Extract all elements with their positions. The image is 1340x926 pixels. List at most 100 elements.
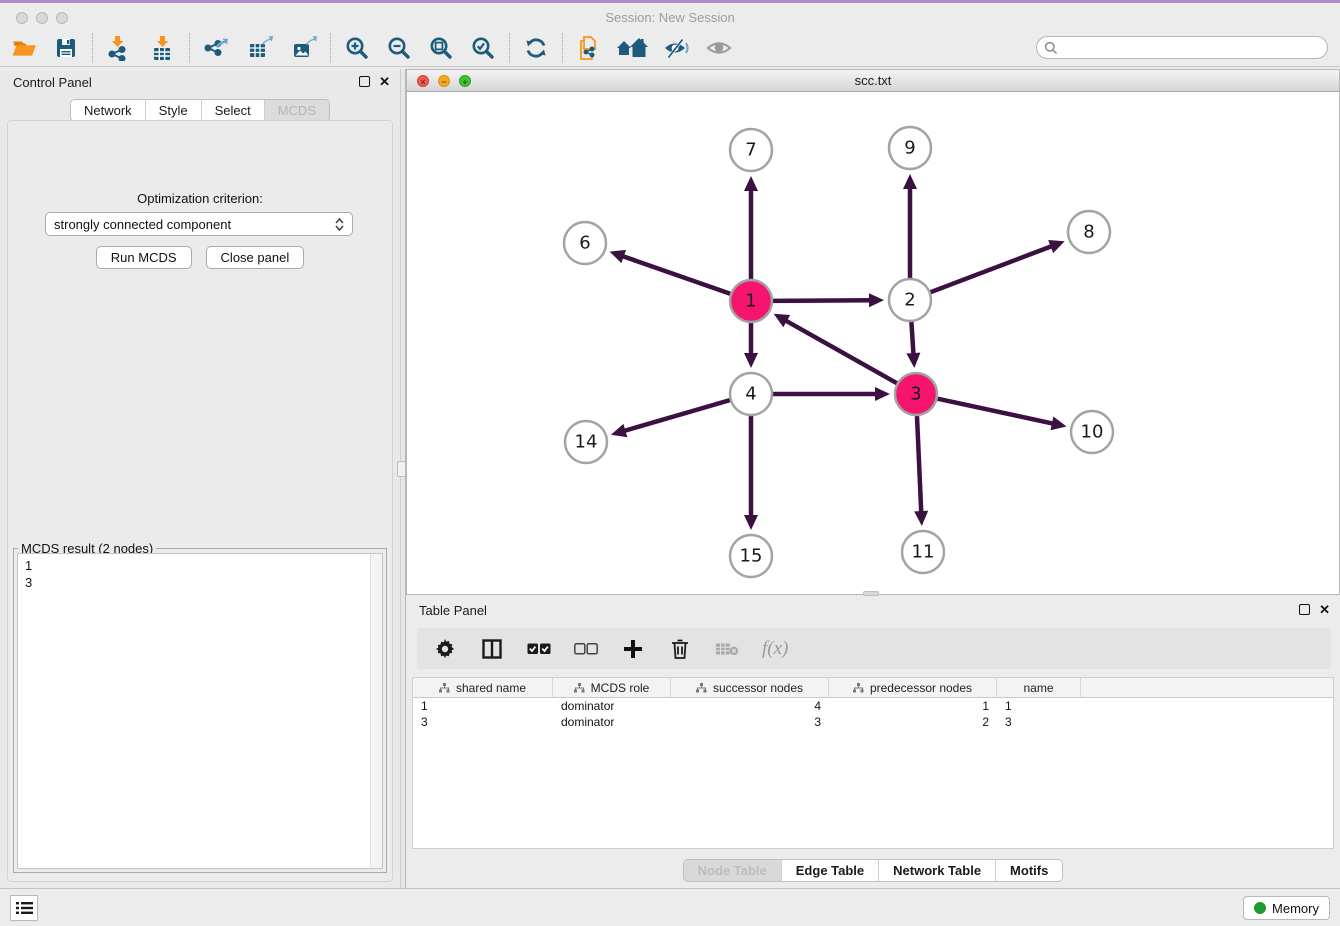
table-tabbar: Node Table Edge Table Network Table Moti…	[683, 859, 1064, 882]
horizontal-splitter-handle[interactable]	[863, 591, 879, 596]
open-folder-icon[interactable]	[10, 34, 38, 62]
run-mcds-button[interactable]: Run MCDS	[96, 246, 192, 269]
table-panel: Table Panel ✕	[406, 597, 1340, 889]
optimization-criterion-label: Optimization criterion:	[8, 191, 392, 206]
export-image-icon[interactable]	[290, 34, 318, 62]
node-label: 1	[745, 291, 756, 312]
delete-column-icon[interactable]	[668, 637, 692, 661]
tab-edge-table[interactable]: Edge Table	[781, 860, 878, 881]
eye-slash-icon[interactable]	[663, 34, 691, 62]
edge-arrowhead	[611, 424, 627, 437]
column-header-successor-nodes[interactable]: successor nodes	[671, 678, 829, 697]
clone-network-icon[interactable]	[575, 34, 603, 62]
node-label: 8	[1083, 222, 1094, 243]
deselect-all-icon[interactable]	[574, 637, 598, 661]
graph-edge[interactable]	[938, 399, 1054, 424]
node-label: 3	[910, 384, 921, 405]
app-title: Session: New Session	[0, 10, 1340, 25]
network-window-title: scc.txt	[407, 73, 1339, 88]
graph-edge[interactable]	[917, 416, 921, 513]
edge-arrowhead	[744, 353, 758, 368]
eye-icon[interactable]	[705, 34, 733, 62]
refresh-icon[interactable]	[522, 34, 550, 62]
table-panel-title: Table Panel	[419, 603, 487, 618]
cell-mcds-role: dominator	[553, 699, 671, 713]
tab-network-table[interactable]: Network Table	[878, 860, 995, 881]
export-table-icon[interactable]	[246, 34, 274, 62]
tab-network[interactable]: Network	[71, 100, 145, 121]
close-panel-icon[interactable]: ✕	[379, 76, 390, 87]
task-history-button[interactable]	[10, 895, 38, 921]
split-columns-icon[interactable]	[480, 637, 504, 661]
control-panel-title: Control Panel	[13, 75, 92, 90]
zoom-out-icon[interactable]	[385, 34, 413, 62]
zoom-in-icon[interactable]	[343, 34, 371, 62]
column-header-predecessor-nodes[interactable]: predecessor nodes	[829, 678, 997, 697]
import-network-icon[interactable]	[105, 34, 133, 62]
graph-edge[interactable]	[931, 246, 1053, 292]
edge-arrowhead	[869, 293, 884, 307]
chevron-up-down-icon	[335, 218, 344, 231]
mcds-panel: Optimization criterion: strongly connect…	[7, 120, 393, 882]
toolbar-separator	[330, 33, 331, 63]
hierarchy-icon	[439, 683, 450, 693]
table-toolbar: f(x)	[417, 628, 1331, 669]
node-label: 11	[912, 542, 935, 563]
hierarchy-icon	[853, 683, 864, 693]
first-neighbors-icon[interactable]	[615, 34, 651, 62]
node-label: 10	[1081, 422, 1104, 443]
graph-edge[interactable]	[911, 322, 913, 355]
tab-style[interactable]: Style	[145, 100, 201, 121]
graph-edge[interactable]	[773, 300, 871, 301]
tab-node-table[interactable]: Node Table	[684, 860, 781, 881]
search-box[interactable]	[1036, 36, 1328, 59]
toolbar-separator	[562, 33, 563, 63]
save-icon[interactable]	[52, 34, 80, 62]
edge-arrowhead	[744, 515, 758, 530]
graph-edge[interactable]	[623, 400, 729, 431]
edge-arrowhead	[903, 174, 917, 189]
result-line: 3	[25, 574, 382, 591]
optimization-criterion-select[interactable]: strongly connected component	[45, 212, 353, 236]
tab-mcds[interactable]: MCDS	[264, 100, 329, 121]
column-header-mcds-role[interactable]: MCDS role	[553, 678, 671, 697]
cell-shared-name: 1	[413, 699, 553, 713]
zoom-selected-icon[interactable]	[469, 34, 497, 62]
memory-button[interactable]: Memory	[1243, 896, 1330, 920]
export-network-icon[interactable]	[202, 34, 230, 62]
node-label: 4	[745, 384, 756, 405]
network-graph: 7968124314101511	[407, 92, 1340, 595]
node-label: 15	[740, 546, 763, 567]
float-table-panel-icon[interactable]	[1299, 604, 1310, 615]
table-row[interactable]: 1 dominator 4 1 1	[413, 698, 1333, 714]
memory-status-icon	[1254, 902, 1266, 914]
column-header-name[interactable]: name	[997, 678, 1081, 697]
gear-icon[interactable]	[433, 637, 457, 661]
search-input[interactable]	[1062, 40, 1327, 55]
add-column-icon[interactable]	[621, 637, 645, 661]
app-window: Session: New Session	[0, 0, 1340, 926]
cell-shared-name: 3	[413, 715, 553, 729]
graph-edge[interactable]	[622, 256, 730, 294]
graph-edge[interactable]	[785, 320, 897, 383]
result-scrollbar[interactable]	[370, 554, 382, 868]
column-header-shared-name[interactable]: shared name	[413, 678, 553, 697]
splitter-handle[interactable]	[397, 461, 406, 477]
network-window: × − + scc.txt 7968124314101511	[406, 69, 1340, 595]
float-panel-icon[interactable]	[359, 76, 370, 87]
select-all-icon[interactable]	[527, 637, 551, 661]
cell-predecessor-nodes: 1	[829, 699, 997, 713]
zoom-fit-icon[interactable]	[427, 34, 455, 62]
tab-motifs[interactable]: Motifs	[995, 860, 1062, 881]
edge-arrowhead	[1050, 417, 1066, 431]
search-icon	[1044, 41, 1058, 55]
network-canvas[interactable]: 7968124314101511	[407, 92, 1339, 594]
toolbar-separator	[509, 33, 510, 63]
import-table-icon[interactable]	[149, 34, 177, 62]
edge-arrowhead	[744, 176, 758, 191]
close-panel-button[interactable]: Close panel	[206, 246, 305, 269]
table-row[interactable]: 3 dominator 3 2 3	[413, 714, 1333, 730]
close-table-panel-icon[interactable]: ✕	[1319, 604, 1330, 615]
tab-select[interactable]: Select	[201, 100, 264, 121]
mcds-result-text[interactable]: 1 3	[17, 553, 383, 869]
